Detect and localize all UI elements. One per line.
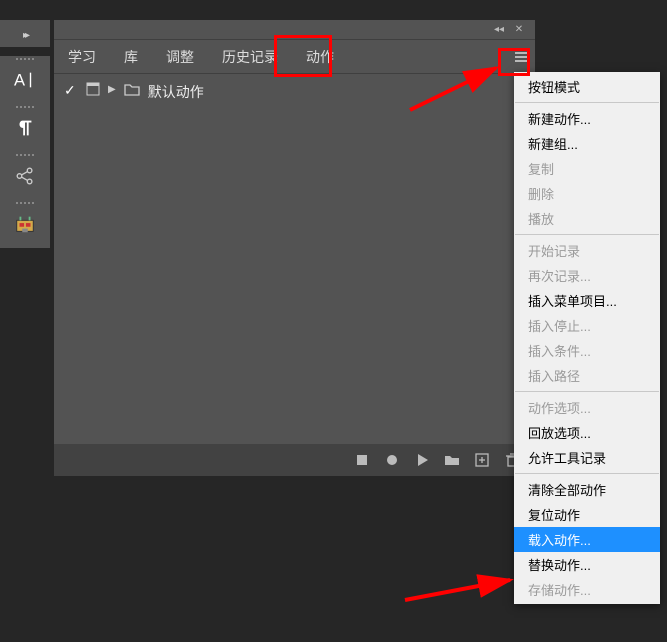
tab-actions[interactable]: 动作: [292, 40, 348, 73]
panel-flyout-menu: 按钮模式新建动作...新建组...复制删除播放开始记录再次记录...插入菜单项目…: [514, 72, 660, 604]
collapse-chevron-icon: ▸▸: [23, 30, 27, 41]
menu-item[interactable]: 载入动作...: [514, 527, 660, 552]
panel-menu-button[interactable]: [507, 40, 535, 73]
menu-item: 再次记录...: [514, 263, 660, 288]
panel-collapse-right-icon[interactable]: ◂◂: [489, 24, 509, 35]
actions-content: ✓ ▶ 默认动作: [54, 74, 535, 444]
play-button[interactable]: [413, 451, 431, 469]
menu-item[interactable]: 新建动作...: [514, 106, 660, 131]
default-actions-label[interactable]: 默认动作: [148, 82, 204, 102]
new-action-button[interactable]: [473, 451, 491, 469]
menu-item[interactable]: 回放选项...: [514, 420, 660, 445]
menu-item: 播放: [514, 206, 660, 231]
tab-learn[interactable]: 学习: [54, 40, 110, 73]
panel-tabs: 学习 库 调整 历史记录 动作: [54, 40, 535, 74]
tab-history[interactable]: 历史记录: [208, 40, 292, 73]
menu-item: 动作选项...: [514, 395, 660, 420]
menu-item[interactable]: 按钮模式: [514, 74, 660, 99]
text-tool[interactable]: A: [0, 56, 50, 104]
panel-collapse-area[interactable]: ▸▸: [0, 20, 50, 47]
menu-item[interactable]: 清除全部动作: [514, 477, 660, 502]
record-button[interactable]: [383, 451, 401, 469]
menu-item: 删除: [514, 181, 660, 206]
menu-separator: [515, 234, 659, 235]
stop-button[interactable]: [353, 451, 371, 469]
menu-separator: [515, 102, 659, 103]
menu-separator: [515, 391, 659, 392]
panel-close-icon[interactable]: ✕: [509, 24, 529, 35]
menu-separator: [515, 473, 659, 474]
folder-icon: [124, 82, 140, 101]
menu-item[interactable]: 替换动作...: [514, 552, 660, 577]
left-tool-strip: A: [0, 56, 50, 248]
menu-item: 存储动作...: [514, 577, 660, 602]
plugin-tool[interactable]: [0, 200, 50, 248]
tab-adjustments[interactable]: 调整: [152, 40, 208, 73]
actions-panel: ◂◂ ✕ 学习 库 调整 历史记录 动作 ✓ ▶ 默认动作: [54, 20, 535, 476]
menu-item[interactable]: 允许工具记录: [514, 445, 660, 470]
new-set-button[interactable]: [443, 451, 461, 469]
menu-item[interactable]: 插入菜单项目...: [514, 288, 660, 313]
menu-item[interactable]: 复位动作: [514, 502, 660, 527]
menu-item[interactable]: 新建组...: [514, 131, 660, 156]
action-toggle-check-icon[interactable]: ✓: [64, 82, 78, 99]
paragraph-icon: [14, 117, 36, 139]
menu-item: 插入停止...: [514, 313, 660, 338]
expand-caret-icon[interactable]: ▶: [108, 84, 116, 95]
annotation-arrow-2: [400, 570, 530, 610]
menu-item: 开始记录: [514, 238, 660, 263]
hamburger-icon: [513, 49, 529, 65]
menu-item: 复制: [514, 156, 660, 181]
share-tool[interactable]: [0, 152, 50, 200]
panel-topbar: ◂◂ ✕: [54, 20, 535, 40]
plugin-icon: [14, 213, 36, 235]
text-icon: A: [14, 69, 36, 91]
actions-bottom-toolbar: [54, 444, 535, 476]
menu-item: 插入路径: [514, 363, 660, 388]
paragraph-tool[interactable]: [0, 104, 50, 152]
share-icon: [14, 165, 36, 187]
svg-text:A: A: [14, 72, 25, 90]
menu-item: 插入条件...: [514, 338, 660, 363]
tab-library[interactable]: 库: [110, 40, 152, 73]
action-dialog-toggle-icon[interactable]: [86, 82, 100, 99]
